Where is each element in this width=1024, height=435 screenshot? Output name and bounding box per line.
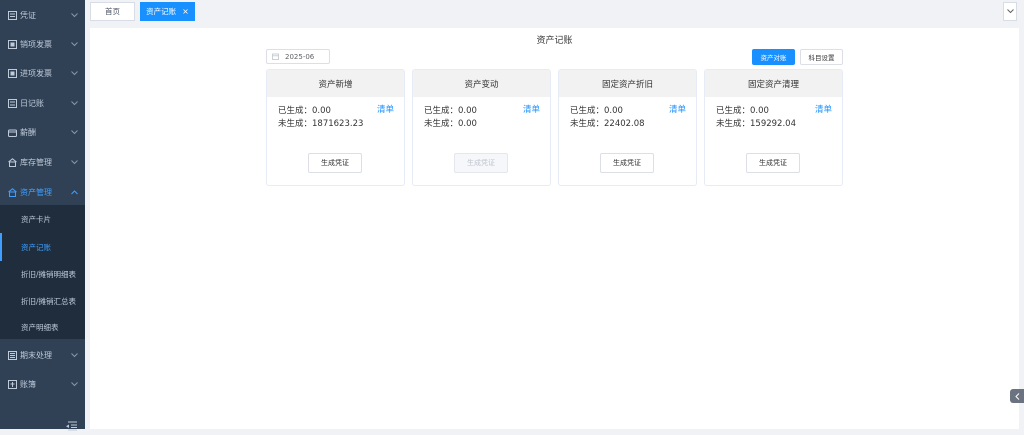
invoice-icon xyxy=(8,39,17,49)
card-title: 固定资产折旧 xyxy=(559,70,696,97)
panel-toggle-button[interactable] xyxy=(1010,389,1024,403)
submenu-item-asset-card[interactable]: 资产卡片 xyxy=(0,205,85,233)
chevron-down-icon xyxy=(1006,9,1014,14)
month-picker-value: 2025-06 xyxy=(285,52,315,61)
menu-label: 日记账 xyxy=(20,98,44,108)
menu-item-period-end[interactable]: 期末处理 xyxy=(0,340,85,370)
card-title: 固定资产清理 xyxy=(705,70,842,97)
chevron-down-icon xyxy=(69,41,79,47)
card-fixed-asset-depreciation: 固定资产折旧 已生成：0.00 未生成：22402.08 清单 生成凭证 xyxy=(558,69,697,186)
menu-label: 账簿 xyxy=(20,379,36,389)
tabs-dropdown-button[interactable] xyxy=(1003,2,1017,21)
submenu-item-asset-accounting[interactable]: 资产记账 xyxy=(0,233,85,261)
menu-item-sales-invoice[interactable]: 销项发票 xyxy=(0,29,85,59)
submenu-label: 资产明细表 xyxy=(21,322,59,332)
menu-label: 库存管理 xyxy=(20,157,52,167)
chevron-down-icon xyxy=(69,381,79,387)
menu-item-ledger[interactable]: 账簿 xyxy=(0,369,85,399)
submenu-label: 资产卡片 xyxy=(21,214,51,224)
menu-item-inventory[interactable]: 库存管理 xyxy=(0,147,85,177)
month-picker[interactable]: 2025-06 xyxy=(266,49,330,64)
generate-voucher-button: 生成凭证 xyxy=(454,153,508,173)
list-link[interactable]: 清单 xyxy=(377,103,394,115)
ledger-icon xyxy=(8,379,17,389)
menu-label: 期末处理 xyxy=(20,350,52,360)
journal-icon xyxy=(8,98,17,108)
list-link[interactable]: 清单 xyxy=(523,103,540,115)
submenu-label: 资产记账 xyxy=(21,242,51,252)
submenu-item-depreciation-detail[interactable]: 折旧/摊销明细表 xyxy=(0,260,85,288)
chevron-down-icon xyxy=(69,159,79,165)
menu-label: 进项发票 xyxy=(20,68,52,78)
sidebar-collapse-icon[interactable] xyxy=(66,416,78,431)
card-fixed-asset-disposal: 固定资产清理 已生成：0.00 未生成：159292.04 清单 生成凭证 xyxy=(704,69,843,186)
menu-item-journal[interactable]: 日记账 xyxy=(0,88,85,118)
menu-item-asset-management[interactable]: 资产管理 xyxy=(0,177,85,207)
menu-item-voucher[interactable]: 凭证 xyxy=(0,0,85,30)
not-generated-row: 未生成：22402.08 xyxy=(570,119,645,129)
sidebar: 凭证 销项发票 进项发票 日记账 薪酬 库存管理 资产管理 资产卡片 资产记账 … xyxy=(0,0,85,431)
page-title: 资产记账 xyxy=(536,36,573,46)
generated-row: 已生成：0.00 xyxy=(424,106,477,116)
card-asset-addition: 资产新增 已生成：0.00 未生成：1871623.23 清单 生成凭证 xyxy=(266,69,405,186)
generated-row: 已生成：0.00 xyxy=(570,106,623,116)
submenu-label: 折旧/摊销汇总表 xyxy=(21,296,77,306)
chevron-down-icon xyxy=(69,70,79,76)
main-content: 资产记账 2025-06 资产对账 科目设置 资产新增 已生成：0.00 未生成… xyxy=(90,28,1019,429)
list-link[interactable]: 清单 xyxy=(815,103,832,115)
generate-voucher-button[interactable]: 生成凭证 xyxy=(308,153,362,173)
tab-home[interactable]: 首页 xyxy=(90,2,135,21)
generated-row: 已生成：0.00 xyxy=(278,106,331,116)
card-title: 资产变动 xyxy=(413,70,550,97)
list-link[interactable]: 清单 xyxy=(669,103,686,115)
calendar-icon xyxy=(272,53,279,60)
generate-voucher-button[interactable]: 生成凭证 xyxy=(746,153,800,173)
tab-label: 资产记账 xyxy=(146,7,177,16)
period-end-icon xyxy=(8,350,17,360)
chevron-down-icon xyxy=(69,352,79,358)
tab-asset-accounting[interactable]: 资产记账 × xyxy=(140,2,195,21)
asset-icon xyxy=(8,187,17,197)
chevron-up-icon xyxy=(69,189,79,195)
menu-item-purchase-invoice[interactable]: 进项发票 xyxy=(0,58,85,88)
asset-submenu: 资产卡片 资产记账 折旧/摊销明细表 折旧/摊销汇总表 资产明细表 xyxy=(0,205,85,339)
submenu-item-depreciation-summary[interactable]: 折旧/摊销汇总表 xyxy=(0,287,85,315)
card-asset-change: 资产变动 已生成：0.00 未生成：0.00 清单 生成凭证 xyxy=(412,69,551,186)
menu-item-salary[interactable]: 薪酬 xyxy=(0,117,85,147)
card-title: 资产新增 xyxy=(267,70,404,97)
tab-label: 首页 xyxy=(105,7,120,16)
menu-label: 凭证 xyxy=(20,10,36,20)
generated-row: 已生成：0.00 xyxy=(716,106,769,116)
menu-label: 资产管理 xyxy=(20,187,52,197)
submenu-item-asset-detail[interactable]: 资产明细表 xyxy=(0,313,85,341)
subject-settings-button[interactable]: 科目设置 xyxy=(800,49,843,65)
chevron-down-icon xyxy=(69,12,79,18)
close-icon[interactable]: × xyxy=(182,7,189,16)
generate-voucher-button[interactable]: 生成凭证 xyxy=(600,153,654,173)
chevron-down-icon xyxy=(69,100,79,106)
chevron-left-icon xyxy=(1014,392,1019,400)
not-generated-row: 未生成：159292.04 xyxy=(716,119,796,129)
chevron-down-icon xyxy=(69,129,79,135)
invoice-icon xyxy=(8,68,17,78)
menu-label: 薪酬 xyxy=(20,127,36,137)
salary-icon xyxy=(8,128,17,137)
tab-bar: 首页 资产记账 × xyxy=(85,0,1024,25)
not-generated-row: 未生成：0.00 xyxy=(424,119,477,129)
submenu-label: 折旧/摊销明细表 xyxy=(21,269,77,279)
menu-label: 销项发票 xyxy=(20,39,52,49)
warehouse-icon xyxy=(8,157,17,167)
voucher-icon xyxy=(8,10,17,20)
asset-reconcile-button[interactable]: 资产对账 xyxy=(752,49,795,65)
not-generated-row: 未生成：1871623.23 xyxy=(278,119,364,129)
